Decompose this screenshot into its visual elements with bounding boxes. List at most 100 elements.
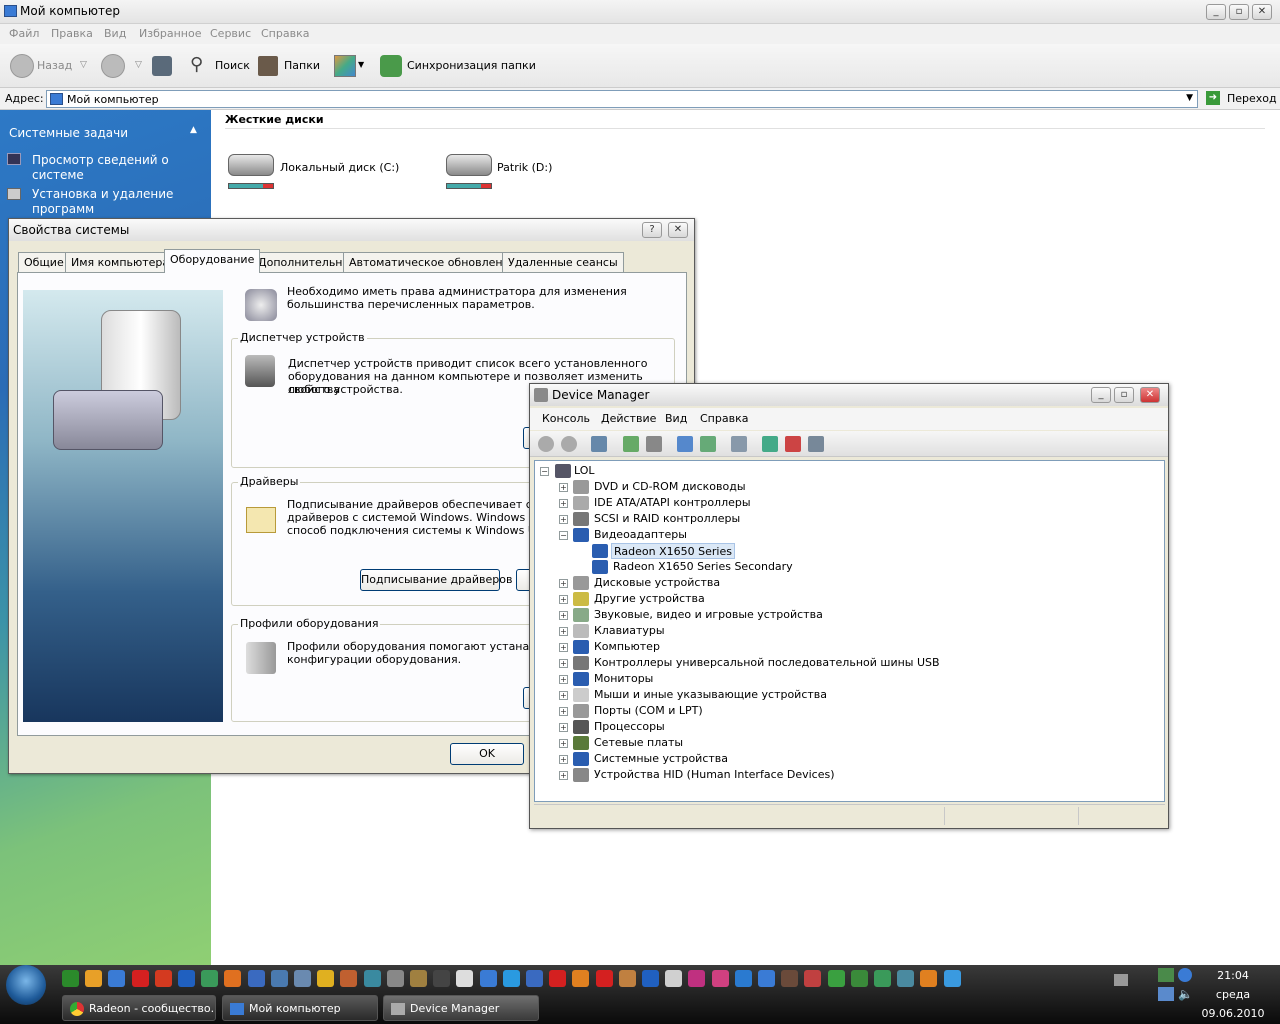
quick-launch-app-icon[interactable] [224, 970, 242, 987]
chevron-down-icon[interactable]: ▼ [358, 60, 364, 69]
menu-help[interactable]: Справка [261, 27, 309, 40]
quick-launch-app-icon[interactable] [804, 970, 822, 987]
expand-icon[interactable]: + [559, 595, 568, 604]
tree-node[interactable]: Звуковые, видео и игровые устройства [594, 607, 823, 623]
menu-help[interactable]: Справка [700, 412, 748, 425]
help-icon[interactable] [677, 436, 693, 452]
tab-automatic-updates[interactable]: Автоматическое обновление [343, 252, 523, 272]
expand-icon[interactable]: + [559, 499, 568, 508]
forward-arrow-icon[interactable] [101, 54, 125, 78]
go-arrow-icon[interactable]: ➜ [1206, 91, 1220, 105]
drive-c-icon[interactable] [228, 154, 274, 176]
back-button[interactable]: Назад [37, 59, 72, 72]
tree-node[interactable]: Сетевые платы [594, 735, 683, 751]
sync-icon[interactable] [380, 55, 402, 77]
quick-launch-app-icon[interactable] [781, 970, 799, 987]
uninstall-icon[interactable] [785, 436, 801, 452]
dialog-titlebar[interactable]: Свойства системы ? ✕ [9, 219, 694, 241]
collapse-icon[interactable]: − [559, 531, 568, 540]
tree-node[interactable]: Процессоры [594, 719, 665, 735]
quick-launch-app-icon[interactable] [758, 970, 775, 987]
maximize-button[interactable]: ▫ [1114, 387, 1134, 403]
expand-icon[interactable]: + [559, 691, 568, 700]
menu-console[interactable]: Консоль [542, 412, 590, 425]
chevron-down-icon[interactable]: ▽ [135, 60, 142, 70]
tree-node[interactable]: Дисковые устройства [594, 575, 720, 591]
quick-launch-app-icon[interactable] [734, 970, 752, 987]
back-arrow-icon[interactable] [10, 54, 34, 78]
scan-hardware-icon[interactable] [731, 436, 747, 452]
quick-launch-app-icon[interactable] [270, 970, 288, 987]
address-input[interactable]: Мой компьютер ▼ [46, 90, 1198, 108]
tree-node[interactable]: Системные устройства [594, 751, 728, 767]
quick-launch-app-icon[interactable] [502, 970, 520, 987]
expand-icon[interactable]: + [559, 483, 568, 492]
task-my-computer[interactable]: Мой компьютер [222, 995, 378, 1021]
close-button[interactable]: ✕ [1140, 387, 1160, 403]
tree-node[interactable]: SCSI и RAID контроллеры [594, 511, 740, 527]
menu-favorites[interactable]: Избранное [139, 27, 201, 40]
quick-launch-app-icon[interactable] [595, 970, 613, 987]
quick-launch-app-icon[interactable] [943, 970, 961, 987]
tree-root[interactable]: LOL [574, 463, 595, 479]
quick-launch-app-icon[interactable] [827, 970, 845, 987]
keyboard-tray-icon[interactable] [1114, 974, 1128, 986]
tree-node[interactable]: Клавиатуры [594, 623, 665, 639]
quick-launch-app-icon[interactable] [665, 970, 683, 987]
volume-icon[interactable]: 🔈 [1178, 987, 1193, 1001]
driver-signing-button[interactable]: Подписывание драйверов [360, 569, 512, 591]
quick-launch-app-icon[interactable] [294, 970, 311, 987]
quick-launch-app-icon[interactable] [920, 970, 938, 987]
maximize-button[interactable]: ▫ [1229, 4, 1249, 20]
close-button[interactable]: ✕ [1252, 4, 1272, 20]
quick-launch-app-icon[interactable] [131, 970, 149, 987]
show-hide-tree-icon[interactable] [591, 436, 607, 452]
print-icon[interactable] [646, 436, 662, 452]
sync-button[interactable]: Синхронизация папки [407, 59, 536, 72]
help-button[interactable]: ? [642, 222, 662, 238]
expand-icon[interactable]: + [559, 675, 568, 684]
expand-icon[interactable]: + [559, 755, 568, 764]
tree-node[interactable]: Контроллеры универсальной последовательн… [594, 655, 940, 671]
clock-time[interactable]: 21:04 [1200, 969, 1266, 982]
expand-icon[interactable]: + [559, 611, 568, 620]
drive-c-label[interactable]: Локальный диск (C:) [280, 161, 399, 174]
quick-launch-app-icon[interactable] [317, 970, 335, 987]
tree-node[interactable]: Другие устройства [594, 591, 705, 607]
tree-node[interactable]: Порты (COM и LPT) [594, 703, 703, 719]
quick-launch-app-icon[interactable] [688, 970, 706, 987]
clock-date[interactable]: 09.06.2010 [1198, 1007, 1268, 1020]
menu-view[interactable]: Вид [104, 27, 126, 40]
quick-launch-app-icon[interactable] [479, 970, 497, 987]
tree-node[interactable]: Мыши и иные указывающие устройства [594, 687, 827, 703]
quick-launch-app-icon[interactable] [456, 970, 474, 987]
tree-node[interactable]: IDE ATA/ATAPI контроллеры [594, 495, 751, 511]
menu-action[interactable]: Действие [601, 412, 656, 425]
tasks-header[interactable]: Системные задачи [9, 126, 128, 140]
views-icon[interactable] [334, 55, 356, 77]
tree-node[interactable]: DVD и CD-ROM дисководы [594, 479, 746, 495]
disable-icon[interactable] [808, 436, 824, 452]
quick-launch-app-icon[interactable] [178, 970, 195, 987]
collapse-icon[interactable]: ▲ [190, 125, 197, 135]
quick-launch-app-icon[interactable] [549, 970, 567, 987]
quick-launch-app-icon[interactable] [247, 970, 265, 987]
quick-launch-app-icon[interactable] [572, 970, 590, 987]
forward-icon[interactable] [561, 436, 577, 452]
expand-icon[interactable]: + [559, 515, 568, 524]
chevron-down-icon[interactable]: ▽ [80, 60, 87, 70]
quick-launch-app-icon[interactable] [618, 970, 636, 987]
network-icon[interactable] [1158, 987, 1174, 1001]
tree-node[interactable]: Компьютер [594, 639, 660, 655]
search-icon[interactable]: ⚲ [190, 54, 210, 76]
device-tree[interactable]: − LOL + DVD и CD-ROM дисководы + IDE ATA… [534, 460, 1165, 802]
quick-launch-app-icon[interactable] [108, 970, 126, 987]
tree-node-radeon-primary[interactable]: Radeon X1650 Series [611, 543, 735, 559]
task-add-remove-programs[interactable]: Установка и удаление программ [32, 187, 202, 217]
menu-view[interactable]: Вид [665, 412, 687, 425]
quick-launch-app-icon[interactable] [85, 970, 103, 987]
expand-icon[interactable]: + [559, 659, 568, 668]
tree-node[interactable]: Мониторы [594, 671, 653, 687]
explorer-titlebar[interactable]: Мой компьютер _ ▫ ✕ [0, 0, 1280, 24]
start-button[interactable] [6, 965, 46, 1005]
